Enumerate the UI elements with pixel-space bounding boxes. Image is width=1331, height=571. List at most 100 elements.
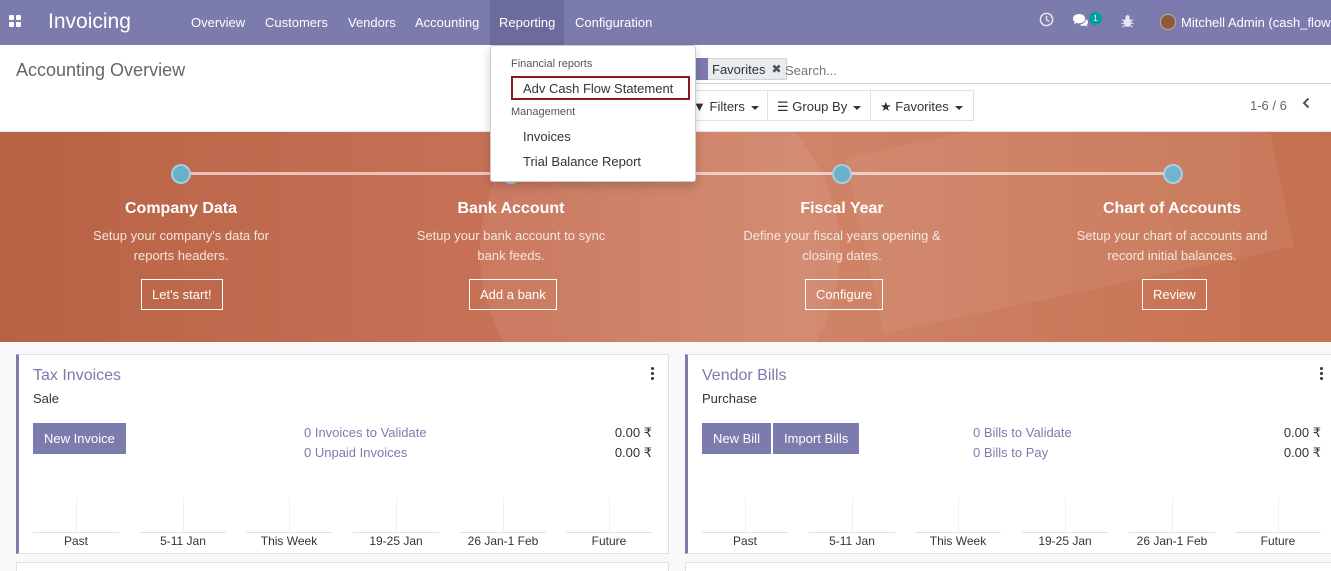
step-description-line: Define your fiscal years opening & [743,228,941,243]
app-title[interactable]: Invoicing [48,10,131,34]
activity-clock-icon[interactable] [1039,12,1054,30]
step-description-line: Setup your chart of accounts and [1076,228,1268,243]
adv-cash-flow-statement-item[interactable]: Adv Cash Flow Statement [511,76,690,100]
search-facet: Favorites ✖ [692,58,787,80]
bills-to-pay-link[interactable]: 0 Bills to Pay [973,445,1048,460]
pager-value[interactable]: 1-6 / 6 [1250,98,1287,113]
graph-column [702,495,788,533]
step-description-line: reports headers. [133,248,229,263]
import-bills-button[interactable]: Import Bills [773,423,860,454]
bills-to-validate-amount: 0.00 ₹ [1283,425,1321,440]
graph-column [353,495,439,533]
user-menu[interactable]: Mitchell Admin (cash_flow [1181,15,1331,30]
step-title: Chart of Accounts [1102,200,1242,217]
graph-label: 19-25 Jan [369,534,423,548]
graph-label: Past [732,534,757,548]
facet-label: Favorites [712,61,766,77]
bills-to-pay-amount: 0.00 ₹ [1283,445,1321,460]
journal-type: Sale [33,391,60,406]
menu-reporting[interactable]: Reporting [490,0,565,45]
graph-column [1129,495,1215,533]
filters-button[interactable]: ▼ Filters [684,90,769,121]
menu-vendors[interactable]: Vendors [339,0,405,45]
step-description-line: Setup your company's data for [93,228,269,243]
graph-column [809,495,895,533]
filters-label: Filters [709,99,745,114]
journal-name[interactable]: Tax Invoices [33,367,121,385]
groupby-label: Group By [792,99,848,114]
graph-column [915,495,1001,533]
step-company-data: Company Data Setup your company's data f… [61,200,301,266]
unpaid-invoices-link[interactable]: 0 Unpaid Invoices [304,445,407,460]
invoices-report-item[interactable]: Invoices [523,129,571,144]
facet-remove-icon[interactable]: ✖ [769,62,785,76]
search-bar: Favorites ✖ [692,56,1331,84]
invoices-bar-graph[interactable] [33,495,653,533]
graph-column [140,495,226,533]
graph-label: Future [1260,534,1296,548]
add-bank-button[interactable]: Add a bank [469,279,557,310]
step-title: Fiscal Year [800,200,884,217]
invoices-to-validate-amount: 0.00 ₹ [614,425,652,440]
step-dot-company [171,164,191,184]
invoices-to-validate-link[interactable]: 0 Invoices to Validate [304,425,427,440]
user-avatar[interactable] [1160,14,1176,30]
journal-card-next [16,562,669,571]
step-chart-of-accounts: Chart of Accounts Setup your chart of ac… [1052,200,1292,266]
groupby-bars-icon: ☰ [777,99,789,114]
graph-label: 19-25 Jan [1038,534,1092,548]
journal-card-next [685,562,1331,571]
reporting-dropdown: Financial reports Adv Cash Flow Statemen… [490,45,696,182]
card-menu-kebab-icon[interactable] [651,367,654,382]
graph-column [1235,495,1321,533]
menu-customers[interactable]: Customers [256,0,337,45]
journal-name[interactable]: Vendor Bills [702,367,787,385]
favorites-button[interactable]: ★ Favorites [870,90,974,121]
search-input[interactable] [785,59,1315,81]
journal-card-vendor-bills: Vendor Bills Purchase New Bill Import Bi… [685,354,1331,554]
graph-label: This Week [260,534,318,548]
messages-icon[interactable] [1072,13,1089,31]
configure-fiscal-year-button[interactable]: Configure [805,279,884,310]
dropdown-section-header: Financial reports [511,58,593,70]
pager-previous-icon[interactable] [1302,96,1310,113]
top-navbar: Invoicing Overview Customers Vendors Acc… [0,0,1331,45]
new-invoice-button[interactable]: New Invoice [33,423,126,454]
graph-label: 26 Jan-1 Feb [467,534,539,548]
step-dot-chart [1163,164,1183,184]
card-menu-kebab-icon[interactable] [1320,367,1323,382]
new-bill-button[interactable]: New Bill [702,423,771,454]
messages-count-badge: 1 [1089,12,1102,25]
dropdown-section-header: Management [511,106,576,118]
step-title: Bank Account [457,200,565,217]
review-chart-button[interactable]: Review [1142,279,1207,310]
graph-column [566,495,652,533]
step-description-line: closing dates. [802,248,882,263]
debug-bug-icon[interactable] [1121,14,1134,31]
unpaid-invoices-amount: 0.00 ₹ [614,445,652,460]
step-description-line: record initial balances. [1107,248,1237,263]
step-bank-account: Bank Account Setup your bank account to … [391,200,631,266]
step-dot-fiscal [832,164,852,184]
step-description-line: Setup your bank account to sync [416,228,606,243]
apps-menu-icon[interactable] [9,15,23,29]
step-description-line: bank feeds. [477,248,545,263]
graph-label: 5-11 Jan [829,534,875,548]
graph-label: Past [63,534,88,548]
trial-balance-report-item[interactable]: Trial Balance Report [523,154,641,169]
menu-accounting[interactable]: Accounting [406,0,488,45]
lets-start-button[interactable]: Let's start! [141,279,223,310]
bills-bar-graph[interactable] [702,495,1322,533]
menu-overview[interactable]: Overview [182,0,254,45]
graph-label: This Week [929,534,987,548]
menu-configuration[interactable]: Configuration [566,0,661,45]
graph-label: 5-11 Jan [160,534,206,548]
groupby-button[interactable]: ☰ Group By [767,90,872,121]
favorites-label: Favorites [895,99,949,114]
graph-label: Future [591,534,627,548]
bills-to-validate-link[interactable]: 0 Bills to Validate [973,425,1072,440]
step-fiscal-year: Fiscal Year Define your fiscal years ope… [722,200,962,266]
step-title: Company Data [124,200,238,217]
graph-column [460,495,546,533]
journal-card-tax-invoices: Tax Invoices Sale New Invoice 0 Invoices… [16,354,669,554]
